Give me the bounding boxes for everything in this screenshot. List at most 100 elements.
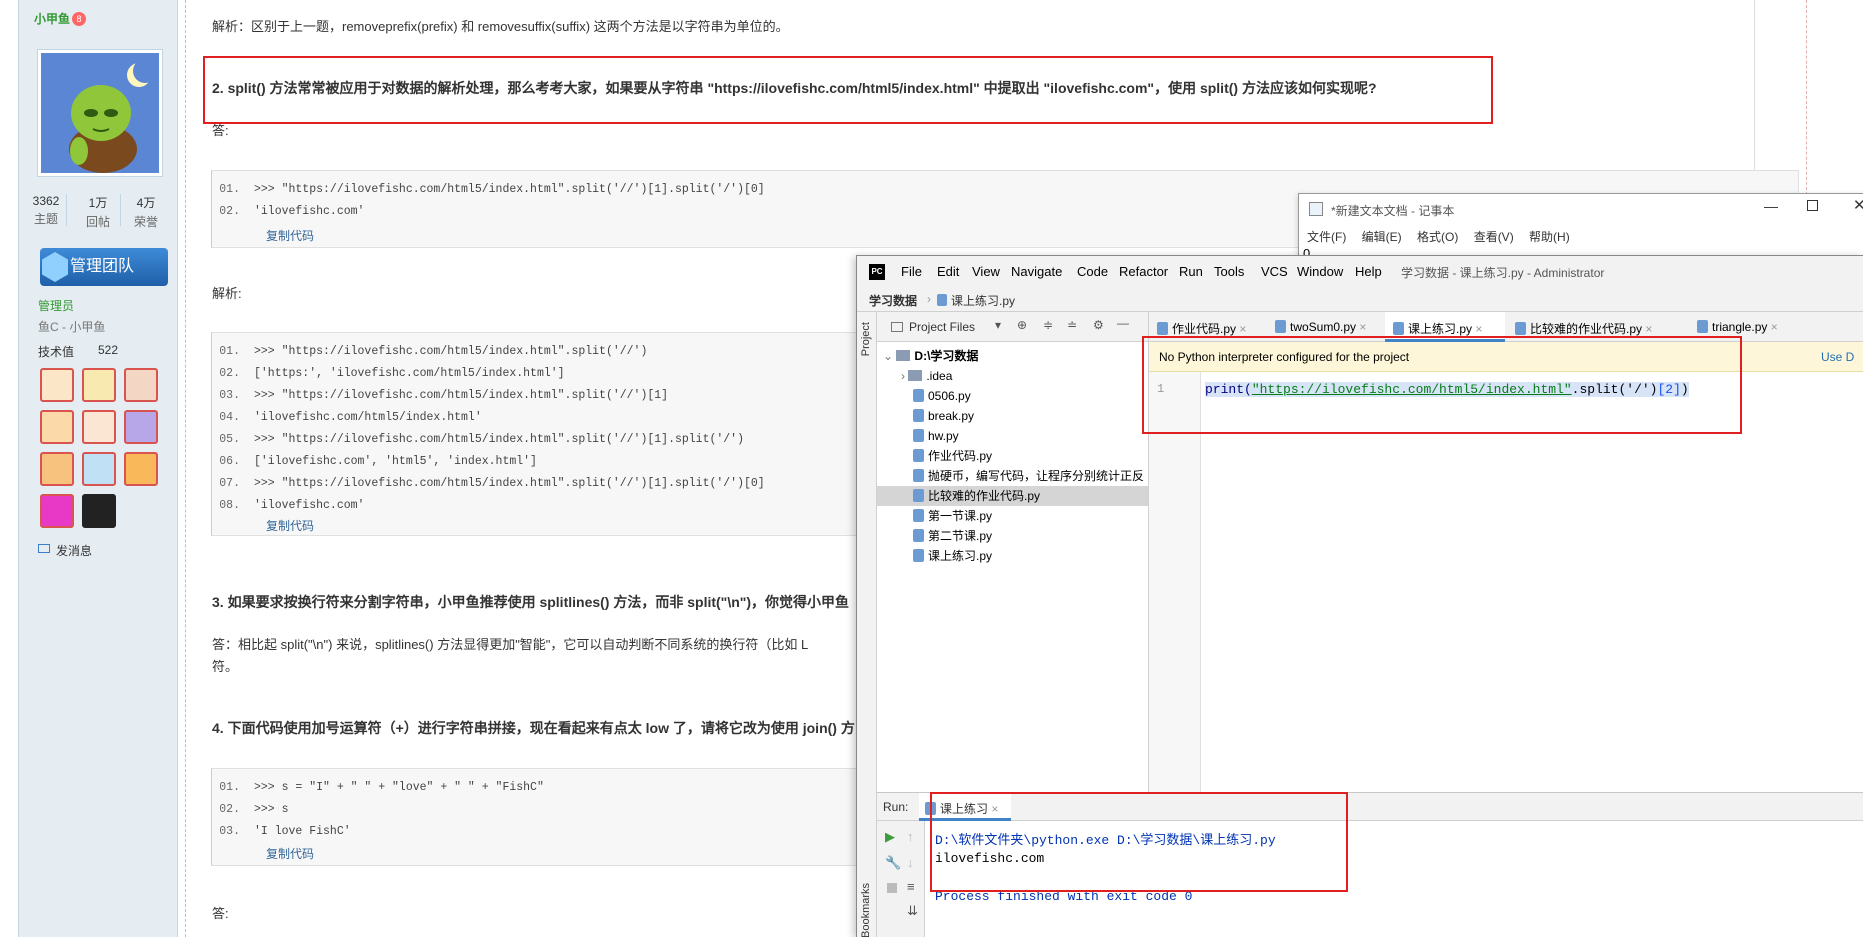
stat-honor[interactable]: 4万 荣誉 [132, 194, 160, 230]
menu-edit[interactable]: 编辑(E) [1362, 230, 1402, 244]
username-link[interactable]: 小甲鱼 [34, 10, 70, 27]
menu-file[interactable]: 文件(F) [1307, 230, 1346, 244]
project-tool-button[interactable]: Project [860, 322, 872, 356]
code-line: 08.'ilovefishc.com' [219, 499, 365, 512]
menu-vcs[interactable]: VCS [1261, 264, 1288, 279]
medal-icon[interactable] [40, 410, 74, 444]
tab-hard-homework[interactable]: 比较难的作业代码.py × [1515, 320, 1652, 337]
expand-all-icon[interactable]: ≑ [1043, 318, 1053, 332]
avatar[interactable] [38, 50, 162, 176]
stat-value: 3362 [32, 194, 60, 208]
stop-icon[interactable] [887, 883, 897, 893]
user-role: 管理员 [38, 299, 75, 313]
tree-file[interactable]: 第二节课.py [913, 526, 992, 546]
soft-wrap-icon[interactable]: ≡ [907, 879, 915, 894]
tree-root[interactable]: ⌄ D:\学习数据 [883, 346, 978, 366]
stat-replies[interactable]: 1万 回帖 [84, 194, 112, 230]
menu-help[interactable]: 帮助(H) [1529, 230, 1570, 244]
user-sidebar: 小甲鱼 8 3362 主题 1万 回帖 4万 荣誉 管理团队 管理员 鱼C - … [0, 0, 178, 937]
medal-icon[interactable] [124, 452, 158, 486]
code-line: 02. ['https:', 'ilovefishc.com/html5/inde… [219, 367, 565, 380]
copy-code-link[interactable]: 复制代码 [266, 227, 314, 244]
notepad-title: *新建文本文档 - 记事本 [1331, 204, 1455, 218]
medal-icon[interactable] [40, 368, 74, 402]
medal-icon[interactable] [82, 452, 116, 486]
wrench-icon[interactable]: 🔧 [885, 855, 901, 871]
tree-file[interactable]: hw.py [913, 426, 959, 446]
menu-view[interactable]: 查看(V) [1474, 230, 1514, 244]
answer-label: 答: [212, 123, 229, 138]
code-editor[interactable]: 1 print("https://ilovefishc.com/html5/in… [1149, 372, 1863, 796]
medal-icon[interactable] [124, 410, 158, 444]
breadcrumb-root[interactable]: 学习数据 [869, 292, 917, 309]
notepad-menubar: 文件(F) 编辑(E) 格式(O) 查看(V) 帮助(H) [1307, 228, 1582, 245]
stat-label: 回帖 [85, 215, 110, 229]
tree-file[interactable]: 第一节课.py [913, 506, 992, 526]
stat-label: 荣誉 [133, 215, 158, 229]
menu-tools[interactable]: Tools [1214, 264, 1244, 279]
tool-window-strip: Project Bookmarks [857, 312, 877, 937]
medal-icon[interactable] [40, 452, 74, 486]
menu-refactor[interactable]: Refactor [1119, 264, 1168, 279]
hide-panel-icon[interactable]: — [1117, 316, 1129, 330]
tab-homework[interactable]: 作业代码.py × [1157, 320, 1246, 337]
tree-file-selected[interactable]: 比较难的作业代码.py [913, 486, 1040, 506]
notepad-window[interactable]: *新建文本文档 - 记事本 — ✕ 文件(F) 编辑(E) 格式(O) 查看(V… [1298, 193, 1863, 263]
turtle-avatar-image [41, 53, 159, 173]
project-view-dropdown[interactable]: Project Files [909, 320, 975, 334]
close-icon[interactable]: ✕ [1853, 196, 1863, 214]
rerun-icon[interactable]: ▶ [885, 829, 895, 845]
medal-icon[interactable] [82, 368, 116, 402]
folder-icon [891, 322, 903, 332]
tech-label: 技术值 [38, 345, 75, 359]
gear-icon[interactable]: ⚙ [1093, 318, 1104, 332]
menu-run[interactable]: Run [1179, 264, 1203, 279]
analysis-label: 解析: [212, 286, 242, 301]
medal-icon[interactable] [40, 494, 74, 528]
minimize-icon[interactable]: — [1764, 198, 1778, 214]
chevron-down-icon[interactable]: ▾ [995, 318, 1001, 332]
menu-file[interactable]: File [901, 264, 922, 279]
window-title: 学习数据 - 课上练习.py - Administrator [1401, 266, 1605, 280]
scroll-up-icon[interactable]: ↑ [907, 829, 914, 844]
scroll-to-end-icon[interactable]: ⇊ [907, 903, 918, 919]
tree-file[interactable]: 课上练习.py [913, 546, 992, 566]
medal-icon[interactable] [82, 494, 116, 528]
menu-navigate[interactable]: Navigate [1011, 264, 1062, 279]
question-4: 4. 下面代码使用加号运算符（+）进行字符串拼接，现在看起来有点太 low 了，… [212, 720, 855, 736]
locate-icon[interactable]: ⊕ [1017, 318, 1027, 332]
menu-window[interactable]: Window [1297, 264, 1343, 279]
stat-threads[interactable]: 3362 主题 [32, 194, 60, 227]
use-interpreter-link[interactable]: Use D [1821, 350, 1854, 364]
tab-twosum[interactable]: twoSum0.py × [1275, 320, 1366, 334]
send-message-link[interactable]: 发消息 [56, 542, 92, 559]
code-line: 01. >>> s = "I" + " " + "love" + " " + "F… [219, 781, 544, 794]
menu-edit[interactable]: Edit [937, 264, 959, 279]
tab-triangle[interactable]: triangle.py × [1697, 320, 1778, 334]
menu-help[interactable]: Help [1355, 264, 1382, 279]
tree-file[interactable]: break.py [913, 406, 974, 426]
project-panel: Project Files ▾ ⊕ ≑ ≐ ⚙ — ⌄ D:\学习数据 › .i… [877, 312, 1149, 792]
tree-file[interactable]: 0506.py [913, 386, 971, 406]
bookmarks-tool-button[interactable]: Bookmarks [860, 868, 872, 937]
menu-format[interactable]: 格式(O) [1417, 230, 1458, 244]
tree-file[interactable]: 作业代码.py [913, 446, 992, 466]
scroll-down-icon[interactable]: ↓ [907, 855, 914, 870]
copy-code-link[interactable]: 复制代码 [266, 845, 314, 862]
medal-icon[interactable] [82, 410, 116, 444]
pycharm-logo-icon: PC [869, 264, 885, 280]
content-border [185, 0, 186, 937]
tab-class-practice[interactable]: 课上练习.py × [1393, 320, 1482, 337]
maximize-icon[interactable] [1807, 200, 1818, 211]
medal-icon[interactable] [124, 368, 158, 402]
divider [66, 194, 67, 226]
copy-code-link[interactable]: 复制代码 [266, 517, 314, 534]
tree-folder-idea[interactable]: › .idea [901, 366, 952, 386]
code-line: 03. >>> "https://ilovefishc.com/html5/ind… [219, 389, 669, 402]
menu-code[interactable]: Code [1077, 264, 1108, 279]
breadcrumb-file[interactable]: 课上练习.py [951, 292, 1015, 309]
highlight-box [930, 792, 1348, 892]
menu-view[interactable]: View [972, 264, 1000, 279]
collapse-all-icon[interactable]: ≐ [1067, 318, 1077, 332]
tree-file[interactable]: 抛硬币，编写代码，让程序分别统计正反 [913, 466, 1149, 486]
